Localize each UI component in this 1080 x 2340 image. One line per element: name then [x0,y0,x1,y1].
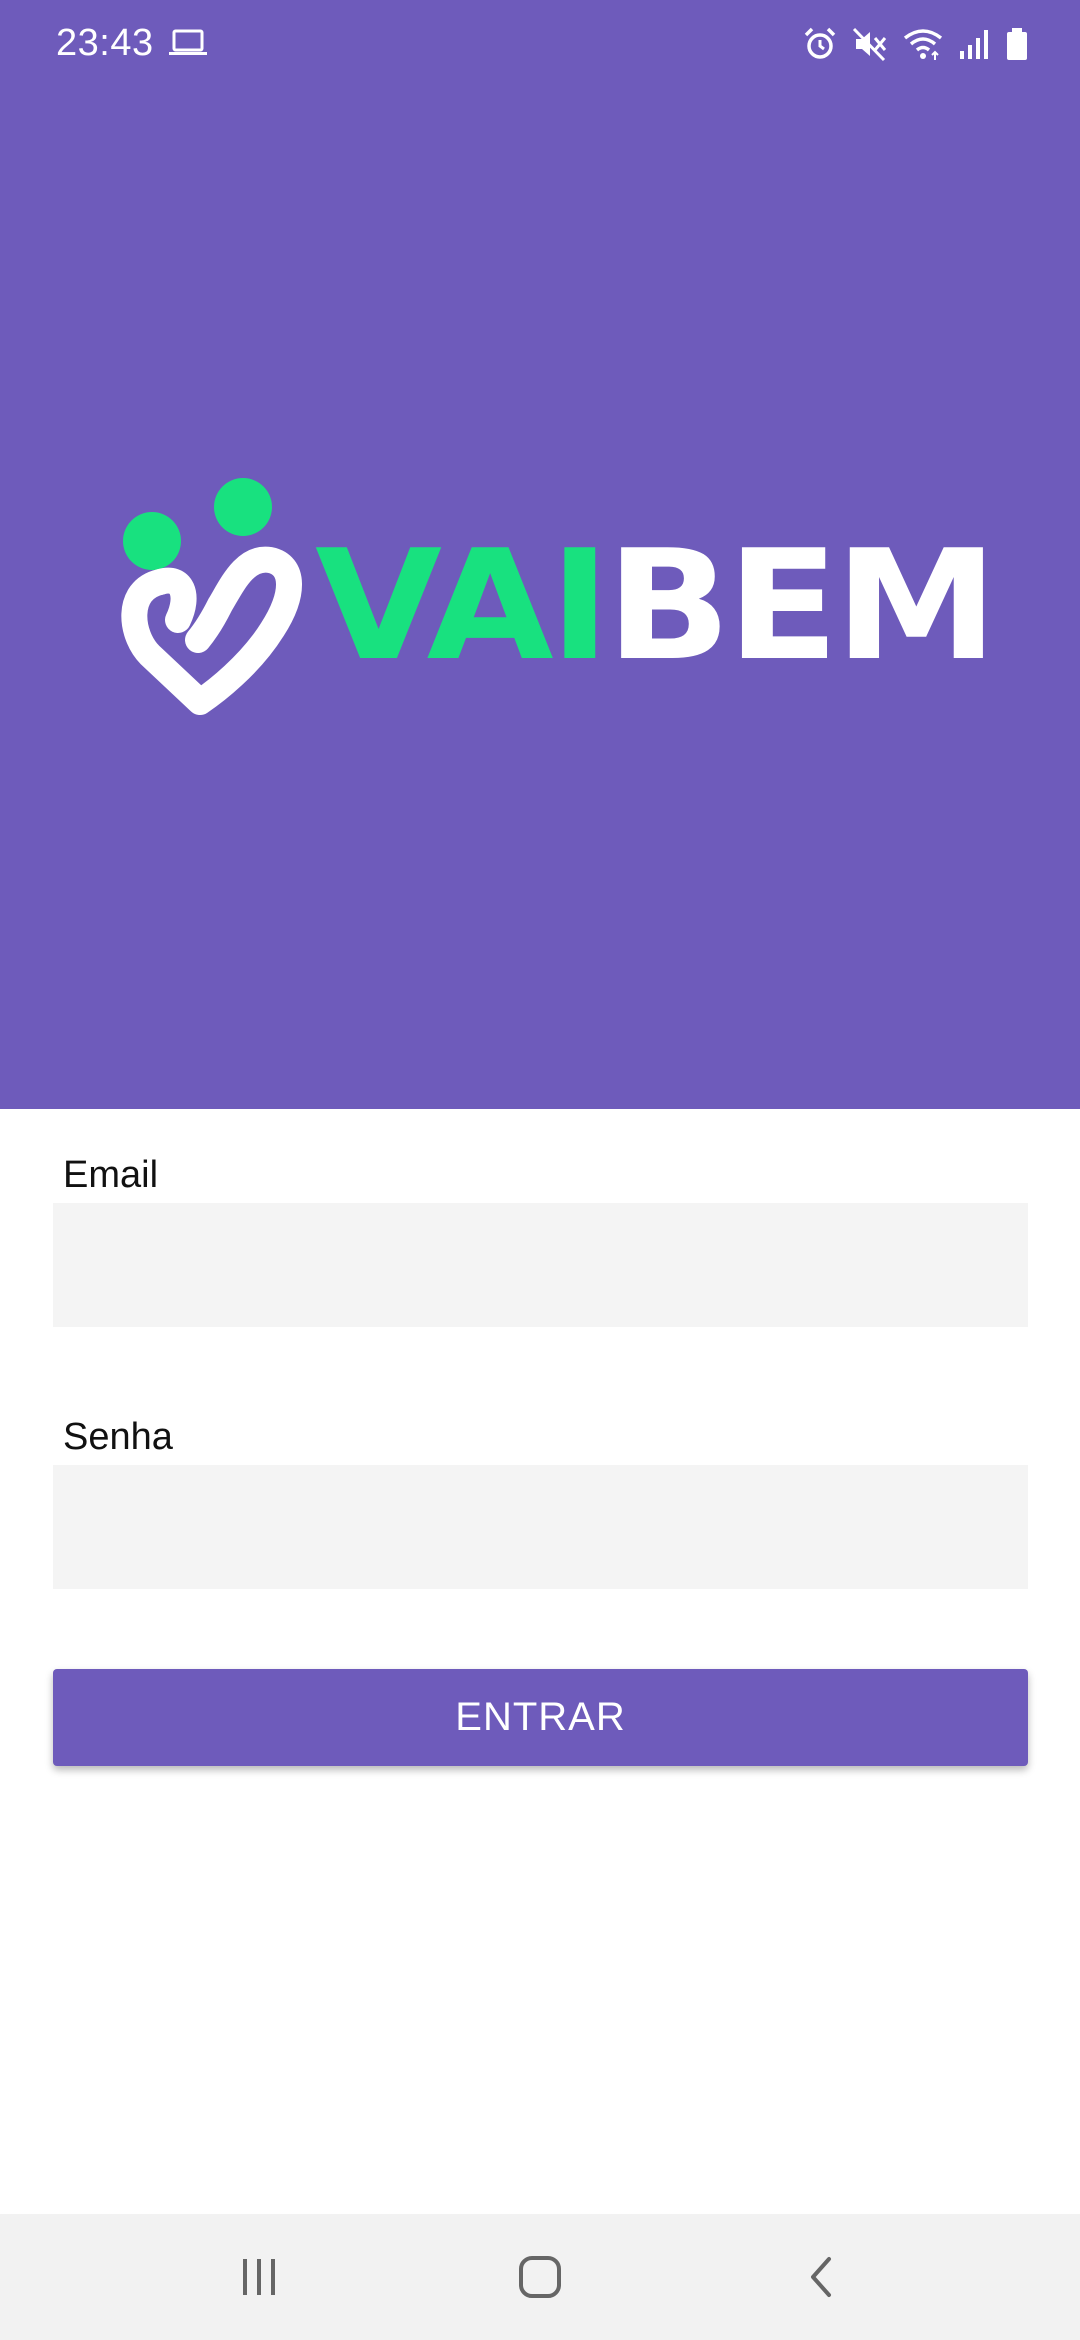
battery-icon [1007,28,1027,60]
email-label: Email [63,1154,159,1196]
recents-button[interactable] [214,2244,304,2310]
back-icon [811,2257,831,2297]
password-label: Senha [63,1416,173,1458]
login-button[interactable]: ENTRAR [53,1669,1028,1766]
back-button[interactable] [776,2244,866,2310]
brand-header: 23:43 VAIBEM [0,0,1080,1109]
status-time: 23:43 [56,22,154,64]
recents-icon [243,2259,275,2295]
signal-icon [960,30,988,59]
vaibem-logo: VAIBEM [120,470,998,720]
email-field[interactable] [53,1203,1028,1327]
password-field[interactable] [53,1465,1028,1589]
status-bar: 23:43 [0,0,1080,88]
heart-people-icon [121,478,302,715]
wifi-icon [903,29,943,60]
mute-icon [852,27,887,62]
logo-wordmark: VAIBEM [315,530,998,682]
navigation-bar [0,2214,1080,2340]
alarm-icon [804,27,836,59]
status-icons [802,22,1030,66]
laptop-icon [169,29,207,55]
login-screen: 23:43 VAIBEM Email Senha ENTRAR [0,0,1080,2340]
home-button[interactable] [495,2244,585,2310]
logo-text-bem: BEM [606,517,998,694]
logo-text-vai: VAI [315,517,610,694]
home-icon [519,2256,561,2298]
